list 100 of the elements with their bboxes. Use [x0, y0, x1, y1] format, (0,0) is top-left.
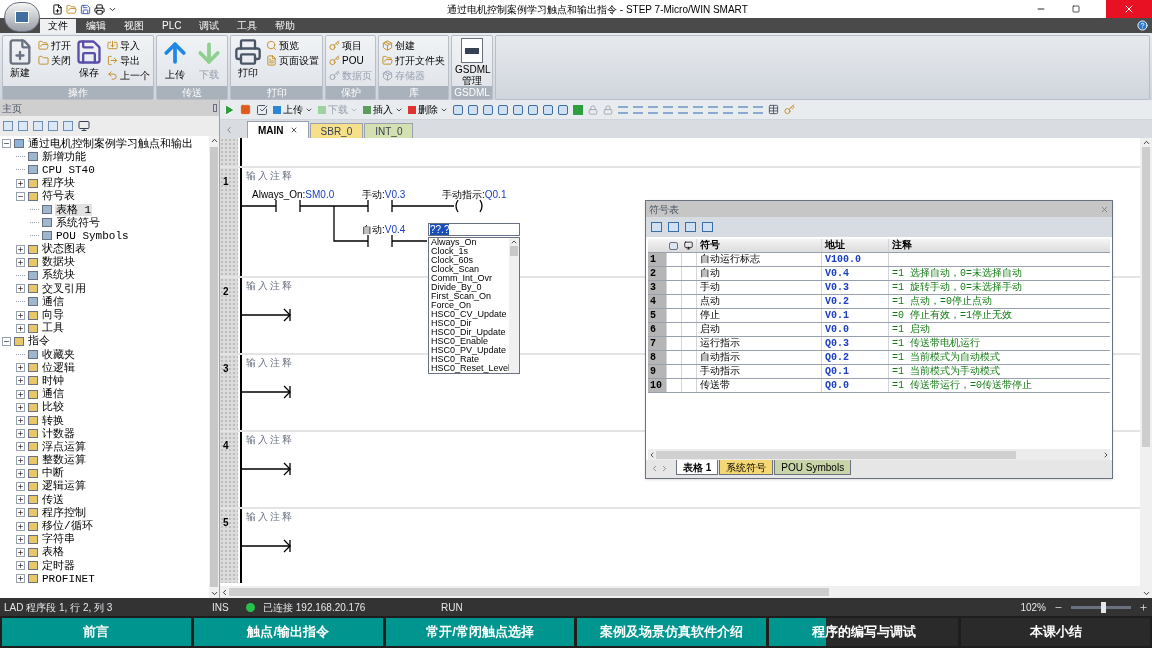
suggestion-item[interactable]: HSC0_Dir	[431, 319, 509, 328]
tree-item[interactable]: 程序控制	[41, 506, 87, 519]
tree-item[interactable]: 符号表	[41, 190, 76, 203]
expand-toggle[interactable]	[16, 561, 25, 571]
tree-item[interactable]: 传送	[41, 493, 65, 506]
scrollbar-thumb[interactable]	[229, 588, 829, 596]
chapter-button[interactable]: 程序的编写与调试	[769, 618, 959, 646]
scrollbar-thumb[interactable]	[1142, 147, 1150, 447]
ribbon-button[interactable]: 保存	[75, 38, 103, 86]
collapse-toggle[interactable]	[2, 139, 11, 149]
tree-item[interactable]: 向导	[41, 309, 65, 322]
expand-toggle[interactable]	[16, 389, 25, 399]
toolbar-icon[interactable]	[468, 104, 478, 115]
tree-item[interactable]: 整数运算	[41, 454, 87, 467]
column-header[interactable]: 符号	[696, 239, 821, 252]
scrollbar-thumb[interactable]	[510, 246, 518, 256]
suggestion-item[interactable]: Clock_60s	[431, 256, 509, 265]
toolbar-icon[interactable]	[702, 222, 713, 232]
tree-item[interactable]: CPU ST40	[41, 163, 96, 176]
tree-item[interactable]: 通过电机控制案例学习触点和输出	[27, 137, 194, 150]
tree-item[interactable]: 计数器	[41, 427, 76, 440]
expand-toggle[interactable]	[16, 402, 25, 412]
expand-toggle[interactable]	[16, 257, 25, 267]
tree-item[interactable]: 新增功能	[41, 150, 87, 163]
toolbar-icon[interactable]	[668, 222, 679, 232]
ribbon-button[interactable]: 上传	[160, 38, 190, 86]
ribbon-tab[interactable]: 文件	[40, 19, 76, 33]
ribbon-button[interactable]: 项目	[329, 39, 372, 52]
expand-toggle[interactable]	[16, 547, 25, 557]
ribbon-tab[interactable]: 视图	[116, 19, 152, 33]
tree-item[interactable]: 工具	[41, 322, 65, 335]
toolbar-button[interactable]: 删除	[408, 102, 448, 117]
toolbar-icon[interactable]	[558, 104, 568, 115]
suggestion-item[interactable]: Always_On	[431, 238, 509, 247]
scrollbar-thumb[interactable]	[210, 147, 218, 587]
toolbar-icon[interactable]	[483, 104, 493, 115]
network-comment[interactable]: 输入注释	[246, 434, 294, 445]
sheet-tab[interactable]: 表格 1	[676, 460, 719, 475]
zoom-in-icon[interactable]	[1139, 602, 1148, 612]
expand-toggle[interactable]	[16, 363, 25, 373]
tree-item[interactable]: 时钟	[41, 374, 65, 387]
suggestion-item[interactable]: HSC0_Enable	[431, 337, 509, 346]
scroll-down-icon[interactable]	[1141, 589, 1151, 598]
tree-item[interactable]: 位逻辑	[41, 361, 76, 374]
expand-toggle[interactable]	[16, 429, 25, 439]
column-header[interactable]: 地址	[821, 239, 888, 252]
expand-toggle[interactable]	[16, 284, 25, 294]
collapse-toggle[interactable]	[16, 191, 25, 201]
toolbar-icon[interactable]	[685, 222, 696, 232]
ribbon-tab[interactable]: 帮助	[267, 19, 304, 33]
expand-toggle[interactable]	[16, 521, 25, 531]
tree-item[interactable]: POU Symbols	[55, 229, 130, 242]
ribbon-tab[interactable]: 工具	[229, 19, 266, 33]
tree-item[interactable]: 定时器	[41, 559, 76, 572]
expand-toggle[interactable]	[16, 481, 25, 491]
ribbon-button[interactable]: 打印	[234, 38, 262, 86]
tree-item[interactable]: 数据块	[41, 256, 76, 269]
table-icon[interactable]	[768, 104, 779, 115]
scroll-up-icon[interactable]	[209, 136, 219, 145]
restore-icon[interactable]	[1072, 5, 1080, 13]
horizontal-scrollbar[interactable]	[648, 449, 1110, 460]
suggestion-item[interactable]: HSC0_Dir_Update	[431, 328, 509, 337]
toolbar-icon[interactable]	[528, 104, 538, 115]
tree-item[interactable]: 收藏夹	[41, 348, 76, 361]
network-comment[interactable]: 输入注释	[246, 280, 294, 291]
ribbon-button[interactable]: 打开文件夹	[382, 54, 445, 67]
toolbar-button[interactable]: 上传	[273, 102, 313, 117]
slider-thumb[interactable]	[1101, 601, 1107, 613]
scroll-left-icon[interactable]	[648, 450, 656, 459]
tree-item[interactable]: 表格 1	[55, 203, 93, 216]
expand-toggle[interactable]	[16, 178, 25, 188]
tree-item[interactable]: 浮点运算	[41, 440, 87, 453]
tree-item[interactable]: 通信	[41, 295, 65, 308]
tree-item[interactable]: 系统符号	[55, 216, 101, 229]
chapter-button[interactable]: 前言	[2, 618, 191, 646]
expand-toggle[interactable]	[16, 574, 25, 584]
save-icon[interactable]	[80, 3, 91, 15]
pin-icon[interactable]	[213, 104, 217, 112]
ribbon-button[interactable]: 上一个	[107, 69, 150, 82]
ribbon-button[interactable]: 创建	[382, 39, 445, 52]
tree-item[interactable]: 程序块	[41, 177, 76, 190]
expand-toggle[interactable]	[16, 442, 25, 452]
tree-item[interactable]: 交叉引用	[41, 282, 87, 295]
suggestion-item[interactable]: HSC0_Reset_Level	[431, 364, 509, 373]
address-input[interactable]: ??.?	[428, 223, 520, 236]
expand-toggle[interactable]	[16, 416, 25, 426]
ribbon-tab[interactable]: 调试	[191, 19, 228, 33]
ribbon-button[interactable]: 打开	[38, 39, 71, 52]
tree-item[interactable]: 系统块	[41, 269, 76, 282]
ribbon-button[interactable]: 关闭	[38, 54, 71, 67]
sheet-tab[interactable]: 系统符号	[719, 460, 774, 475]
tree-item[interactable]: 中断	[41, 467, 65, 480]
stop-icon[interactable]	[240, 104, 251, 115]
suggestion-item[interactable]: Divide_By_0	[431, 283, 509, 292]
expand-toggle[interactable]	[16, 323, 25, 333]
help-icon[interactable]	[1137, 20, 1148, 31]
scroll-up-icon[interactable]	[1141, 138, 1151, 147]
expand-toggle[interactable]	[16, 468, 25, 478]
suggestion-item[interactable]: Clock_Scan	[431, 265, 509, 274]
ribbon-button[interactable]: 导入	[107, 39, 150, 52]
